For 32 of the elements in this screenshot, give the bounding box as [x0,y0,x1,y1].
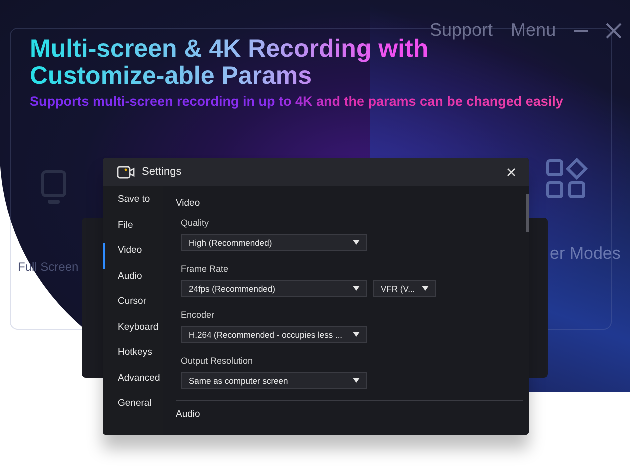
caret-icon [353,240,360,245]
camera-icon [117,166,135,178]
caret-icon [422,286,429,291]
dropdown[interactable]: Same as computer screen [181,372,367,389]
dialog-title: Settings [142,166,183,178]
field-label: Output Resolution [181,356,254,366]
caret-icon [353,332,360,337]
close-icon [507,168,516,176]
grid-icon [546,158,588,200]
caret-icon [353,286,360,291]
sidebar-item[interactable]: Hotkeys [103,345,163,370]
section-heading: Audio [176,409,202,420]
sidebar-item[interactable]: Audio [103,268,163,294]
dropdown[interactable]: 24fps (Recommended) [181,280,367,297]
field-label: Frame Rate [181,264,230,274]
dropdown[interactable]: H.264 (Recommended - occupies less ... [181,326,367,343]
sidebar-item[interactable]: General [103,396,163,422]
close-icon[interactable] [606,22,622,38]
sidebar-item[interactable]: Keyboard [103,320,163,345]
minimize-icon[interactable] [574,30,588,32]
menu-link[interactable]: Menu [511,20,556,41]
scrollbar[interactable] [526,194,529,232]
field-label: Encoder [181,310,216,320]
dropdown[interactable]: VFR (V... [373,280,436,297]
monitor-icon [41,170,68,206]
dropdown[interactable]: High (Recommended) [181,234,367,251]
section-heading: Video [176,198,202,209]
sidebar-item[interactable]: Save to [103,192,163,218]
sidebar-item[interactable]: Cursor [103,294,163,320]
field-label: Quality [181,218,210,228]
sidebar-item[interactable]: Advanced [103,370,163,396]
sidebar-item[interactable]: File [103,218,163,243]
